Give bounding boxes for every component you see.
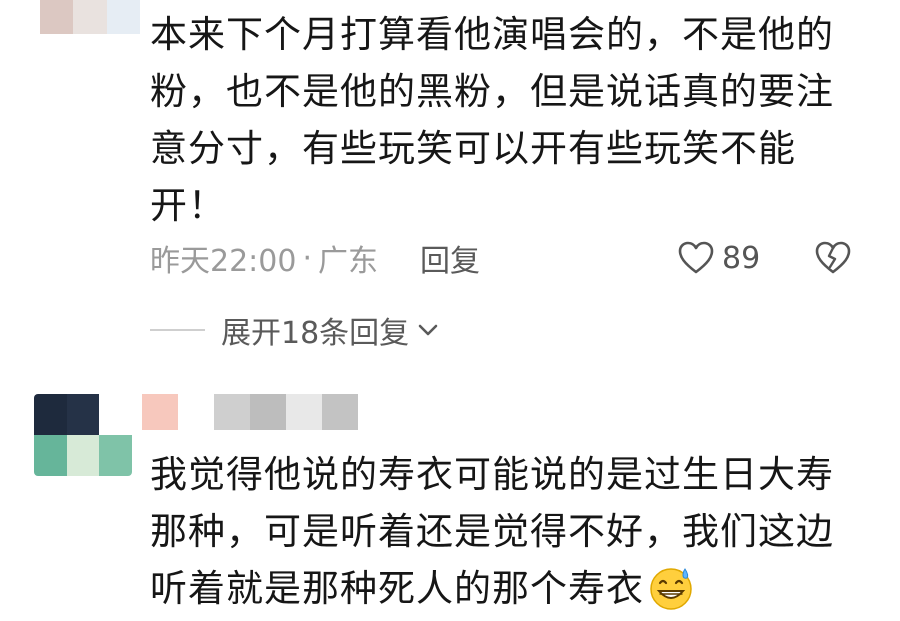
like-count: 89 <box>722 240 761 276</box>
username-pixel <box>142 394 178 430</box>
avatar-pixel <box>99 394 132 435</box>
comment-line: 本来下个月打算看他演唱会的，不是他的 <box>150 13 834 56</box>
avatar-pixel <box>34 394 67 435</box>
username-pixel <box>178 394 214 430</box>
comment-line: 听着就是那种死人的那个寿衣 <box>150 560 840 617</box>
sweat-grin-emoji-icon <box>650 567 692 610</box>
broken-heart-icon[interactable] <box>815 240 851 276</box>
comment-time: 昨天22:00 <box>150 244 297 279</box>
avatar-comment-2[interactable] <box>34 394 132 476</box>
comment-line: 我觉得他说的寿衣可能说的是过生日大寿 <box>150 453 834 496</box>
username-pixel <box>214 394 250 430</box>
comment-1-meta: 昨天22:00 · 广东 回复 89 <box>150 236 860 280</box>
chevron-down-icon <box>418 324 438 336</box>
username-pixel <box>250 394 286 430</box>
comment-line-text: 听着就是那种死人的那个寿衣 <box>150 567 644 610</box>
meta-separator: · <box>302 240 313 276</box>
avatar-comment-1[interactable] <box>40 0 140 40</box>
comment-line: 开！ <box>150 184 226 227</box>
avatar-pixel <box>73 0 107 34</box>
avatar-pixel <box>99 435 132 476</box>
comment-2-text: 我觉得他说的寿衣可能说的是过生日大寿 那种，可是听着还是觉得不好，我们这边 听着… <box>150 446 840 617</box>
avatar-pixel <box>40 0 74 34</box>
divider-line <box>150 329 205 331</box>
comment-location: 广东 <box>318 244 379 279</box>
username-pixel <box>322 394 358 430</box>
avatar-pixel <box>106 0 140 34</box>
reply-button[interactable]: 回复 <box>420 236 480 280</box>
comment-line: 意分寸，有些玩笑可以开有些玩笑不能 <box>150 127 796 170</box>
like-button[interactable]: 89 <box>678 236 760 280</box>
avatar-pixel <box>34 435 67 476</box>
comment-1-text: 本来下个月打算看他演唱会的，不是他的 粉，也不是他的黑粉，但是说话真的要注 意分… <box>150 6 840 234</box>
avatar-pixel <box>66 435 100 476</box>
comment-line: 粉，也不是他的黑粉，但是说话真的要注 <box>150 70 834 113</box>
comment-line: 那种，可是听着还是觉得不好，我们这边 <box>150 510 834 553</box>
expand-replies-label: 展开18条回复 <box>221 316 410 351</box>
username-comment-2[interactable] <box>142 394 358 430</box>
username-pixel <box>286 394 322 430</box>
expand-replies-button[interactable]: 展开18条回复 <box>150 308 439 352</box>
heart-outline-icon <box>678 241 714 274</box>
avatar-pixel <box>66 394 100 435</box>
